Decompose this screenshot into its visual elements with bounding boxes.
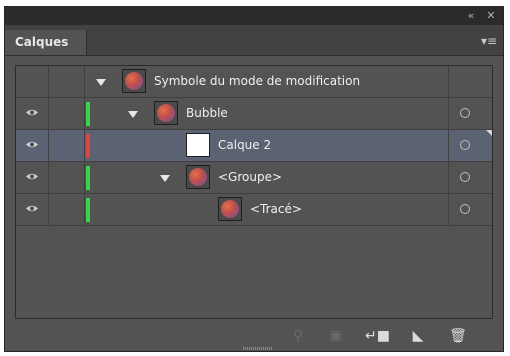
eye-icon — [26, 141, 38, 148]
lock-toggle[interactable] — [49, 130, 85, 161]
panel-tabbar: Calques ▾≡ — [5, 25, 503, 56]
layer-name[interactable]: Bubble — [186, 98, 228, 129]
eye-icon — [26, 205, 38, 212]
selection-indicator — [486, 130, 492, 136]
target-cell[interactable] — [448, 162, 492, 193]
bubble-thumbnail-icon — [125, 72, 143, 90]
visibility-toggle[interactable] — [16, 98, 49, 129]
visibility-toggle[interactable] — [16, 130, 49, 161]
bubble-thumbnail-icon — [189, 168, 207, 186]
lock-toggle[interactable] — [49, 66, 85, 97]
new-sublayer-icon[interactable]: ↵■ — [365, 326, 390, 346]
resize-grip[interactable] — [243, 347, 273, 350]
target-circle-icon[interactable] — [460, 172, 470, 182]
layer-name[interactable]: Calque 2 — [218, 130, 271, 161]
layer-row[interactable]: Symbole du mode de modification — [16, 66, 492, 98]
expand-triangle-icon[interactable] — [128, 111, 138, 118]
layer-list: Symbole du mode de modification Bubble Cal… — [15, 65, 493, 319]
target-cell[interactable] — [448, 194, 492, 225]
layer-name[interactable]: <Tracé> — [250, 194, 302, 225]
layer-thumbnail — [218, 197, 242, 221]
eye-icon — [26, 173, 38, 180]
close-icon[interactable]: ✕ — [483, 8, 499, 24]
layer-thumbnail — [186, 133, 210, 157]
expand-triangle-icon[interactable] — [160, 175, 170, 182]
panel-menu-icon[interactable]: ▾≡ — [481, 35, 497, 47]
lock-toggle[interactable] — [49, 194, 85, 225]
double-chevron-left-icon[interactable]: « — [463, 8, 479, 24]
lock-toggle[interactable] — [49, 98, 85, 129]
trash-icon[interactable]: 🗑 — [447, 326, 469, 346]
target-circle-icon[interactable] — [460, 108, 470, 118]
search-icon[interactable]: ⚲ — [287, 326, 309, 346]
eye-icon — [26, 109, 38, 116]
visibility-toggle[interactable] — [16, 194, 49, 225]
target-circle-icon[interactable] — [460, 140, 470, 150]
layer-thumbnail — [186, 165, 210, 189]
layer-thumbnail — [154, 101, 178, 125]
layer-row[interactable]: <Tracé> — [16, 194, 492, 226]
layer-name[interactable]: <Groupe> — [218, 162, 282, 193]
bubble-thumbnail-icon — [157, 104, 175, 122]
panel-titlebar: « ✕ — [5, 7, 503, 25]
target-cell[interactable] — [448, 98, 492, 129]
visibility-toggle[interactable] — [16, 162, 49, 193]
layer-row[interactable]: Calque 2 — [16, 130, 492, 162]
layer-row[interactable]: Bubble — [16, 98, 492, 130]
layer-color-bar — [86, 134, 90, 158]
expand-triangle-icon[interactable] — [96, 79, 106, 86]
clipping-mask-icon[interactable]: ▣ — [325, 326, 347, 346]
visibility-toggle[interactable] — [16, 66, 49, 97]
target-circle-icon[interactable] — [460, 204, 470, 214]
bubble-thumbnail-icon — [221, 200, 239, 218]
target-cell[interactable] — [448, 66, 492, 97]
layers-panel: « ✕ Calques ▾≡ Symbole du mode de modifi… — [4, 6, 504, 352]
layer-row[interactable]: <Groupe> — [16, 162, 492, 194]
lock-toggle[interactable] — [49, 162, 85, 193]
layer-color-bar — [86, 198, 90, 222]
layer-thumbnail — [122, 69, 146, 93]
tab-calques[interactable]: Calques — [5, 30, 87, 55]
new-layer-icon[interactable]: ◣ — [407, 326, 429, 346]
layer-name[interactable]: Symbole du mode de modification — [154, 66, 360, 97]
layer-color-bar — [86, 166, 90, 190]
layer-color-bar — [86, 102, 90, 126]
